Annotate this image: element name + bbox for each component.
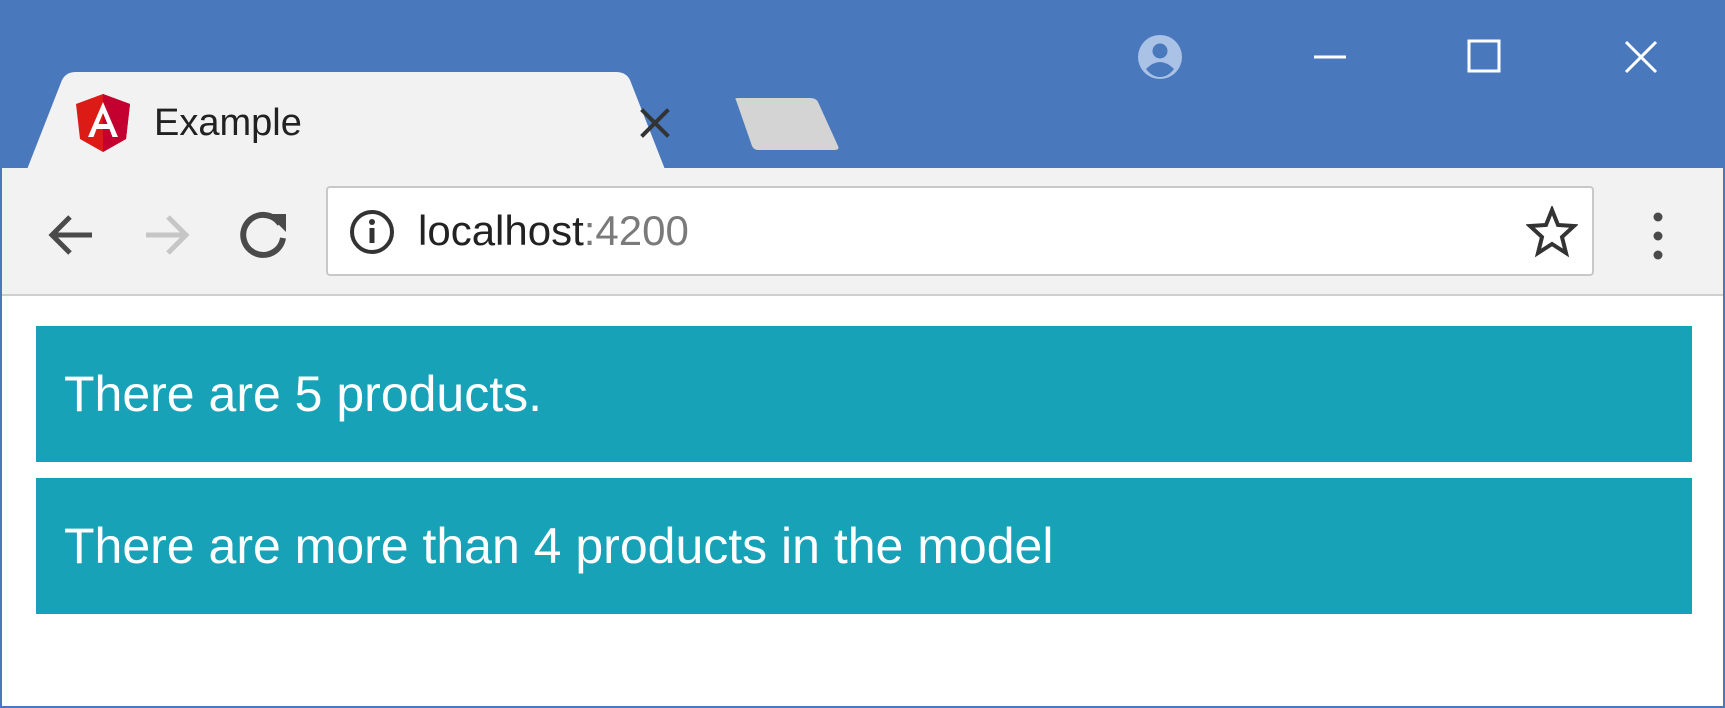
url-host: localhost (418, 207, 584, 254)
reload-icon[interactable] (230, 202, 296, 268)
product-threshold-alert: There are more than 4 products in the mo… (36, 478, 1692, 614)
page-content: There are 5 products. There are more tha… (2, 296, 1723, 706)
url-port: :4200 (583, 207, 689, 254)
window-close-icon[interactable] (1596, 24, 1686, 90)
info-icon[interactable] (348, 208, 396, 256)
tab-title: Example (154, 102, 302, 144)
minimize-icon[interactable] (1284, 24, 1374, 90)
url-text[interactable]: localhost:4200 (418, 202, 689, 260)
tab-shape (26, 72, 666, 172)
tab-close-icon[interactable] (634, 102, 676, 144)
profile-icon[interactable] (1136, 33, 1184, 81)
new-tab-button[interactable] (728, 96, 844, 152)
browser-window: Example localhost:4200 There are 5 produ… (0, 0, 1725, 708)
back-arrow-icon[interactable] (38, 202, 104, 268)
more-menu-icon[interactable] (1638, 204, 1678, 268)
tab-example[interactable]: Example (26, 72, 738, 172)
browser-toolbar: localhost:4200 (2, 168, 1723, 296)
product-count-alert: There are 5 products. (36, 326, 1692, 462)
angular-logo-icon (76, 94, 130, 152)
address-bar[interactable]: localhost:4200 (326, 186, 1594, 276)
bookmark-star-icon[interactable] (1525, 204, 1579, 258)
maximize-icon[interactable] (1438, 24, 1528, 90)
forward-arrow-icon[interactable] (134, 202, 200, 268)
title-bar: Example (2, 2, 1723, 172)
